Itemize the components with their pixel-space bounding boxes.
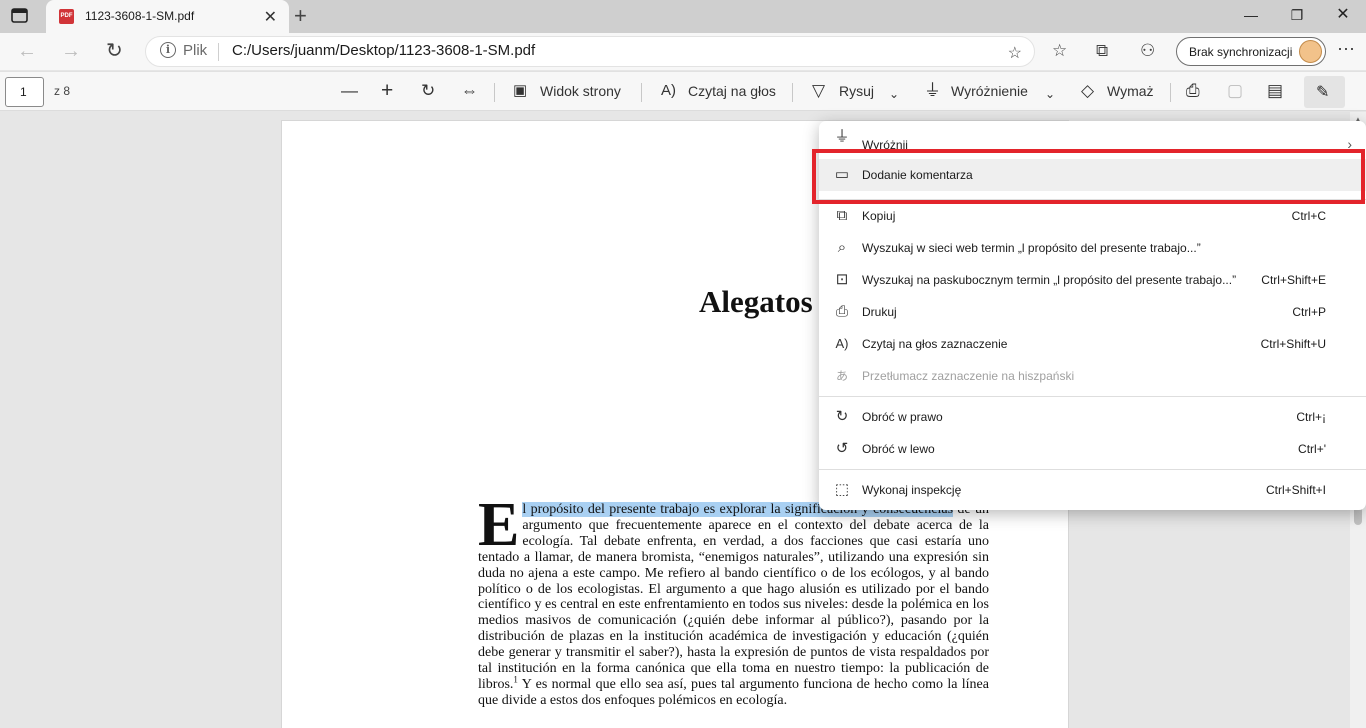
scheme-label: Plik (183, 42, 208, 59)
document-paragraph[interactable]: El propósito del presente trabajo es exp… (478, 491, 989, 709)
favorites-icon[interactable]: ☆ (1052, 41, 1067, 61)
translate-icon: あ (835, 369, 848, 383)
highlight-button[interactable]: Wyróżnienie (951, 83, 1028, 99)
highlighter-icon: ⏚ (834, 128, 850, 145)
divider (218, 43, 219, 61)
menu-item-shortcut: Ctrl+C (1291, 209, 1326, 223)
sidebar-search-icon: ⊡ (835, 271, 849, 288)
menu-item-copy[interactable]: ⧉ Kopiuj Ctrl+C (819, 200, 1366, 232)
menu-item-shortcut: Ctrl+' (1298, 442, 1326, 456)
menu-item-inspect[interactable]: ⬚ Wykonaj inspekcję Ctrl+Shift+I (819, 474, 1366, 506)
menu-item-shortcut: Ctrl+Shift+I (1265, 483, 1326, 497)
add-favorite-icon[interactable]: ☆ (1008, 43, 1022, 63)
drop-cap: E (478, 491, 520, 559)
rotate-left-icon: ↺ (835, 440, 849, 457)
rotate-icon[interactable]: ↻ (421, 81, 435, 101)
menu-item-shortcut: Ctrl+P (1292, 305, 1326, 319)
draw-chevron-down-icon[interactable]: ⌄ (889, 84, 899, 104)
new-tab-button[interactable]: + (294, 3, 307, 29)
refresh-icon[interactable]: ↻ (106, 40, 123, 62)
page-number-input[interactable]: 1 (5, 77, 44, 107)
forward-icon[interactable]: → (61, 40, 81, 62)
read-aloud-icon[interactable]: A) (661, 81, 676, 101)
menu-item-rotate-left[interactable]: ↺ Obróć w lewo Ctrl+' (819, 433, 1366, 465)
page-view-icon[interactable]: ▣ (513, 81, 527, 101)
paragraph-text: de un argumento que frecuentemente apare… (478, 502, 989, 692)
menu-item-sidebar-search[interactable]: ⊡ Wyszukaj na paskubocznym termin „l pro… (819, 264, 1366, 296)
toolbar-divider (1170, 83, 1171, 102)
draw-button[interactable]: Rysuj (839, 83, 874, 99)
fit-width-icon[interactable]: ⇔ (461, 81, 478, 101)
menu-item-shortcut: Ctrl+Shift+E (1261, 273, 1326, 287)
toolbar-divider (792, 83, 793, 102)
erase-button[interactable]: Wymaż (1107, 83, 1154, 99)
menu-divider (819, 396, 1366, 397)
back-icon[interactable]: ← (17, 40, 37, 62)
menu-item-shortcut: Ctrl+Shift+U (1260, 337, 1326, 351)
menu-item-shortcut: Ctrl+¡ (1296, 410, 1326, 424)
draw-icon[interactable]: ▽ (812, 81, 825, 101)
highlight-icon[interactable]: ⏚ (924, 81, 941, 101)
active-tab[interactable]: PDF 1123-3608-1-SM.pdf ✕ (46, 0, 289, 33)
pdf-file-icon: PDF (59, 9, 74, 24)
page-view-button[interactable]: Widok strony (540, 83, 621, 99)
menu-item-label: Przetłumacz zaznaczenie na hiszpański (862, 369, 1075, 383)
toolbar-divider (641, 83, 642, 102)
menu-item-label: Obróć w lewo (862, 442, 935, 456)
menu-item-web-search[interactable]: ⌕ Wyszukaj w sieci web termin „l propósi… (819, 232, 1366, 264)
save-icon[interactable]: ▢ (1227, 81, 1243, 101)
search-icon: ⌕ (837, 239, 847, 256)
extensions-icon[interactable]: ⚇ (1140, 41, 1155, 61)
profile-sync-button[interactable]: Brak synchronizacji (1176, 37, 1326, 66)
restore-button[interactable]: ❐ (1274, 0, 1320, 30)
sync-label: Brak synchronizacji (1189, 45, 1293, 59)
rotate-right-icon: ↻ (835, 408, 849, 425)
pdf-toolbar: 1 z 8 — + ↻ ⇔ ▣ Widok strony A) Czytaj n… (0, 71, 1366, 111)
zoom-out-icon[interactable]: — (341, 81, 358, 101)
menu-item-label: Wyszukaj na paskubocznym termin „l propó… (862, 273, 1237, 287)
annotation-highlight-box (812, 149, 1365, 204)
inspect-icon: ⬚ (834, 481, 850, 498)
menu-item-translate[interactable]: あ Przetłumacz zaznaczenie na hiszpański (819, 360, 1366, 392)
url-text[interactable]: C:/Users/juanm/Desktop/1123-3608-1-SM.pd… (232, 42, 535, 59)
print-icon[interactable]: ⎙ (1186, 81, 1200, 101)
pin-icon: ✎ (1316, 84, 1330, 101)
more-menu-icon[interactable]: ⋯ (1337, 39, 1356, 60)
info-icon[interactable]: i (160, 42, 176, 58)
copy-icon: ⧉ (836, 207, 848, 224)
read-aloud-icon: A) (835, 336, 849, 351)
highlight-chevron-down-icon[interactable]: ⌄ (1045, 84, 1055, 104)
menu-item-print[interactable]: ⎙ Drukuj Ctrl+P (819, 296, 1366, 328)
menu-item-rotate-right[interactable]: ↻ Obróć w prawo Ctrl+¡ (819, 401, 1366, 433)
tab-title: 1123-3608-1-SM.pdf (85, 9, 195, 23)
menu-item-label: Wykonaj inspekcję (862, 483, 962, 497)
menu-item-label: Wyszukaj w sieci web termin „l propósito… (862, 241, 1201, 255)
tab-actions-icon[interactable] (10, 7, 30, 25)
avatar (1299, 40, 1322, 63)
menu-item-label: Kopiuj (862, 209, 896, 223)
read-aloud-button[interactable]: Czytaj na głos (688, 83, 776, 99)
close-window-button[interactable]: ✕ (1320, 0, 1366, 30)
zoom-in-icon[interactable]: + (381, 80, 393, 101)
menu-item-label: Obróć w prawo (862, 410, 943, 424)
pin-toolbar-button[interactable]: ✎ (1304, 76, 1345, 108)
page-count: z 8 (54, 84, 71, 98)
toolbar-divider (494, 83, 495, 102)
save-as-icon[interactable]: ▤ (1267, 81, 1283, 101)
navigation-bar: ← → ↻ i Plik C:/Users/juanm/Desktop/1123… (0, 33, 1366, 70)
eraser-icon[interactable]: ◇ (1081, 81, 1094, 101)
title-bar: PDF 1123-3608-1-SM.pdf ✕ + — ❐ ✕ (0, 0, 1366, 33)
menu-item-read-aloud-selection[interactable]: A) Czytaj na głos zaznaczenie Ctrl+Shift… (819, 328, 1366, 360)
address-bar[interactable]: i Plik C:/Users/juanm/Desktop/1123-3608-… (145, 36, 1035, 67)
menu-divider (819, 469, 1366, 470)
paragraph-text-end: Y es normal que ello sea así, pues tal a… (478, 676, 989, 708)
menu-item-label: Czytaj na głos zaznaczenie (862, 337, 1008, 351)
minimize-button[interactable]: — (1228, 0, 1274, 30)
close-tab-icon[interactable]: ✕ (264, 7, 277, 27)
menu-item-label: Drukuj (862, 305, 897, 319)
collections-icon[interactable]: ⧉ (1096, 41, 1108, 61)
document-title: Alegatos (699, 284, 813, 319)
print-icon: ⎙ (835, 303, 848, 320)
